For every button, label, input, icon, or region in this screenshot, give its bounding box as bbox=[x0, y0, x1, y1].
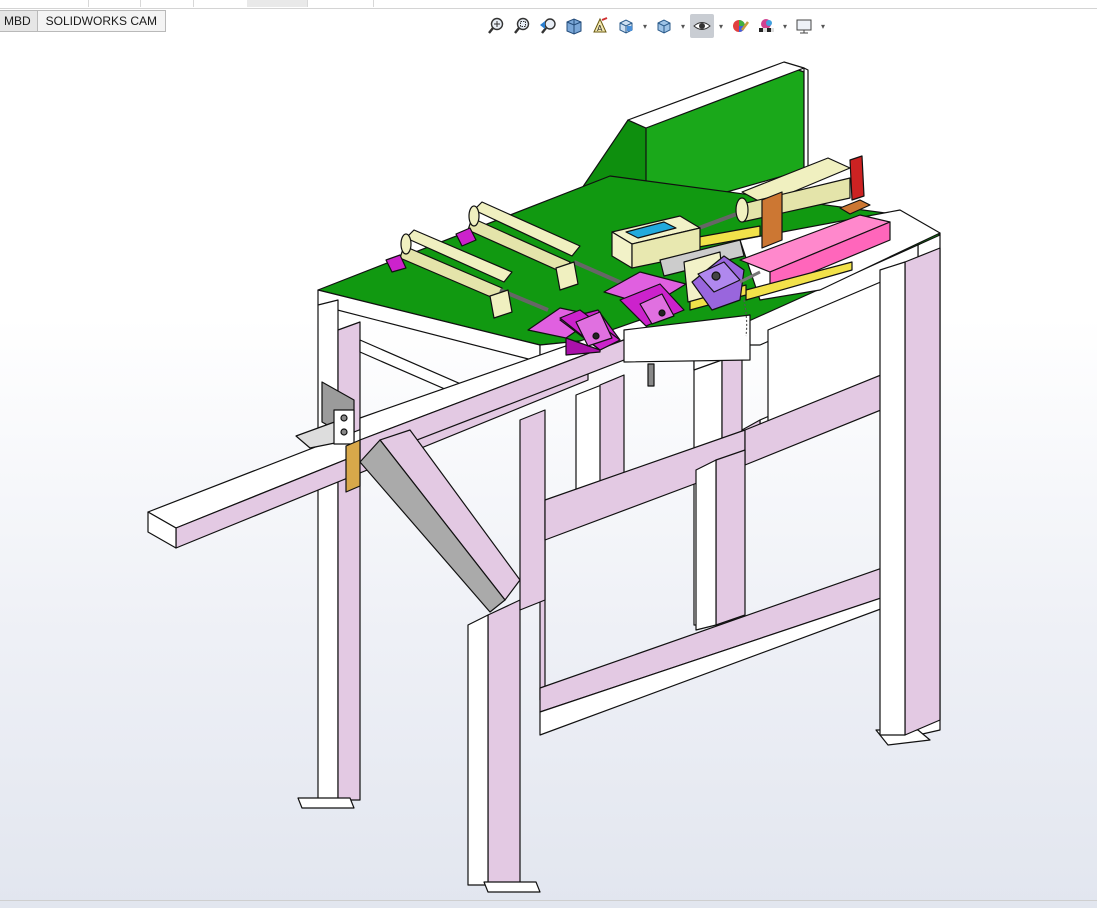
tab-solidworks-cam[interactable]: SOLIDWORKS CAM bbox=[37, 10, 167, 32]
view-orientation-dropdown-icon[interactable]: ▾ bbox=[640, 14, 650, 38]
status-divider bbox=[0, 900, 1097, 901]
strip-seg bbox=[140, 0, 194, 7]
previous-view-icon bbox=[540, 18, 556, 34]
hide-show-items-icon bbox=[693, 22, 711, 30]
apply-scene-icon bbox=[759, 19, 774, 32]
svg-text:A: A bbox=[597, 24, 603, 33]
command-manager-tabs: MBD SOLIDWORKS CAM bbox=[0, 10, 167, 32]
dynamic-annotation-views-button[interactable]: A bbox=[588, 14, 612, 38]
zoom-to-fit-icon bbox=[488, 17, 504, 34]
section-view-button[interactable] bbox=[562, 14, 586, 38]
apply-scene-button[interactable] bbox=[754, 14, 778, 38]
monitor-icon bbox=[796, 19, 812, 34]
apply-scene-dropdown-icon[interactable]: ▾ bbox=[780, 14, 790, 38]
dynamic-annotation-views-icon: A bbox=[593, 17, 608, 33]
strip-seg-active bbox=[247, 0, 308, 7]
view-orientation-button[interactable] bbox=[614, 14, 638, 38]
zoom-to-area-icon bbox=[514, 17, 530, 34]
section-view-icon bbox=[566, 18, 582, 35]
zoom-to-fit-button[interactable] bbox=[484, 14, 508, 38]
view-settings-button[interactable] bbox=[792, 14, 816, 38]
display-style-icon bbox=[657, 19, 671, 34]
view-orientation-icon bbox=[619, 19, 633, 34]
hide-show-dropdown-icon[interactable]: ▾ bbox=[716, 14, 726, 38]
heads-up-view-toolbar: A ▾ ▾ ▾ ▾ ▾ bbox=[484, 13, 828, 39]
strip-seg bbox=[0, 0, 89, 7]
tab-mbd[interactable]: MBD bbox=[0, 10, 38, 32]
edit-appearance-icon bbox=[733, 20, 749, 32]
display-style-dropdown-icon[interactable]: ▾ bbox=[678, 14, 688, 38]
zoom-to-area-button[interactable] bbox=[510, 14, 534, 38]
previous-view-button[interactable] bbox=[536, 14, 560, 38]
top-strip bbox=[0, 0, 1097, 9]
drop-pin bbox=[647, 363, 655, 387]
hide-show-items-button[interactable] bbox=[690, 14, 714, 38]
view-settings-dropdown-icon[interactable]: ▾ bbox=[818, 14, 828, 38]
display-style-button[interactable] bbox=[652, 14, 676, 38]
strip-seg bbox=[307, 0, 374, 7]
edit-appearance-button[interactable] bbox=[728, 14, 752, 38]
strip-seg bbox=[88, 0, 141, 7]
graphics-area[interactable] bbox=[0, 40, 1097, 908]
assembly-model[interactable] bbox=[0, 40, 1097, 900]
